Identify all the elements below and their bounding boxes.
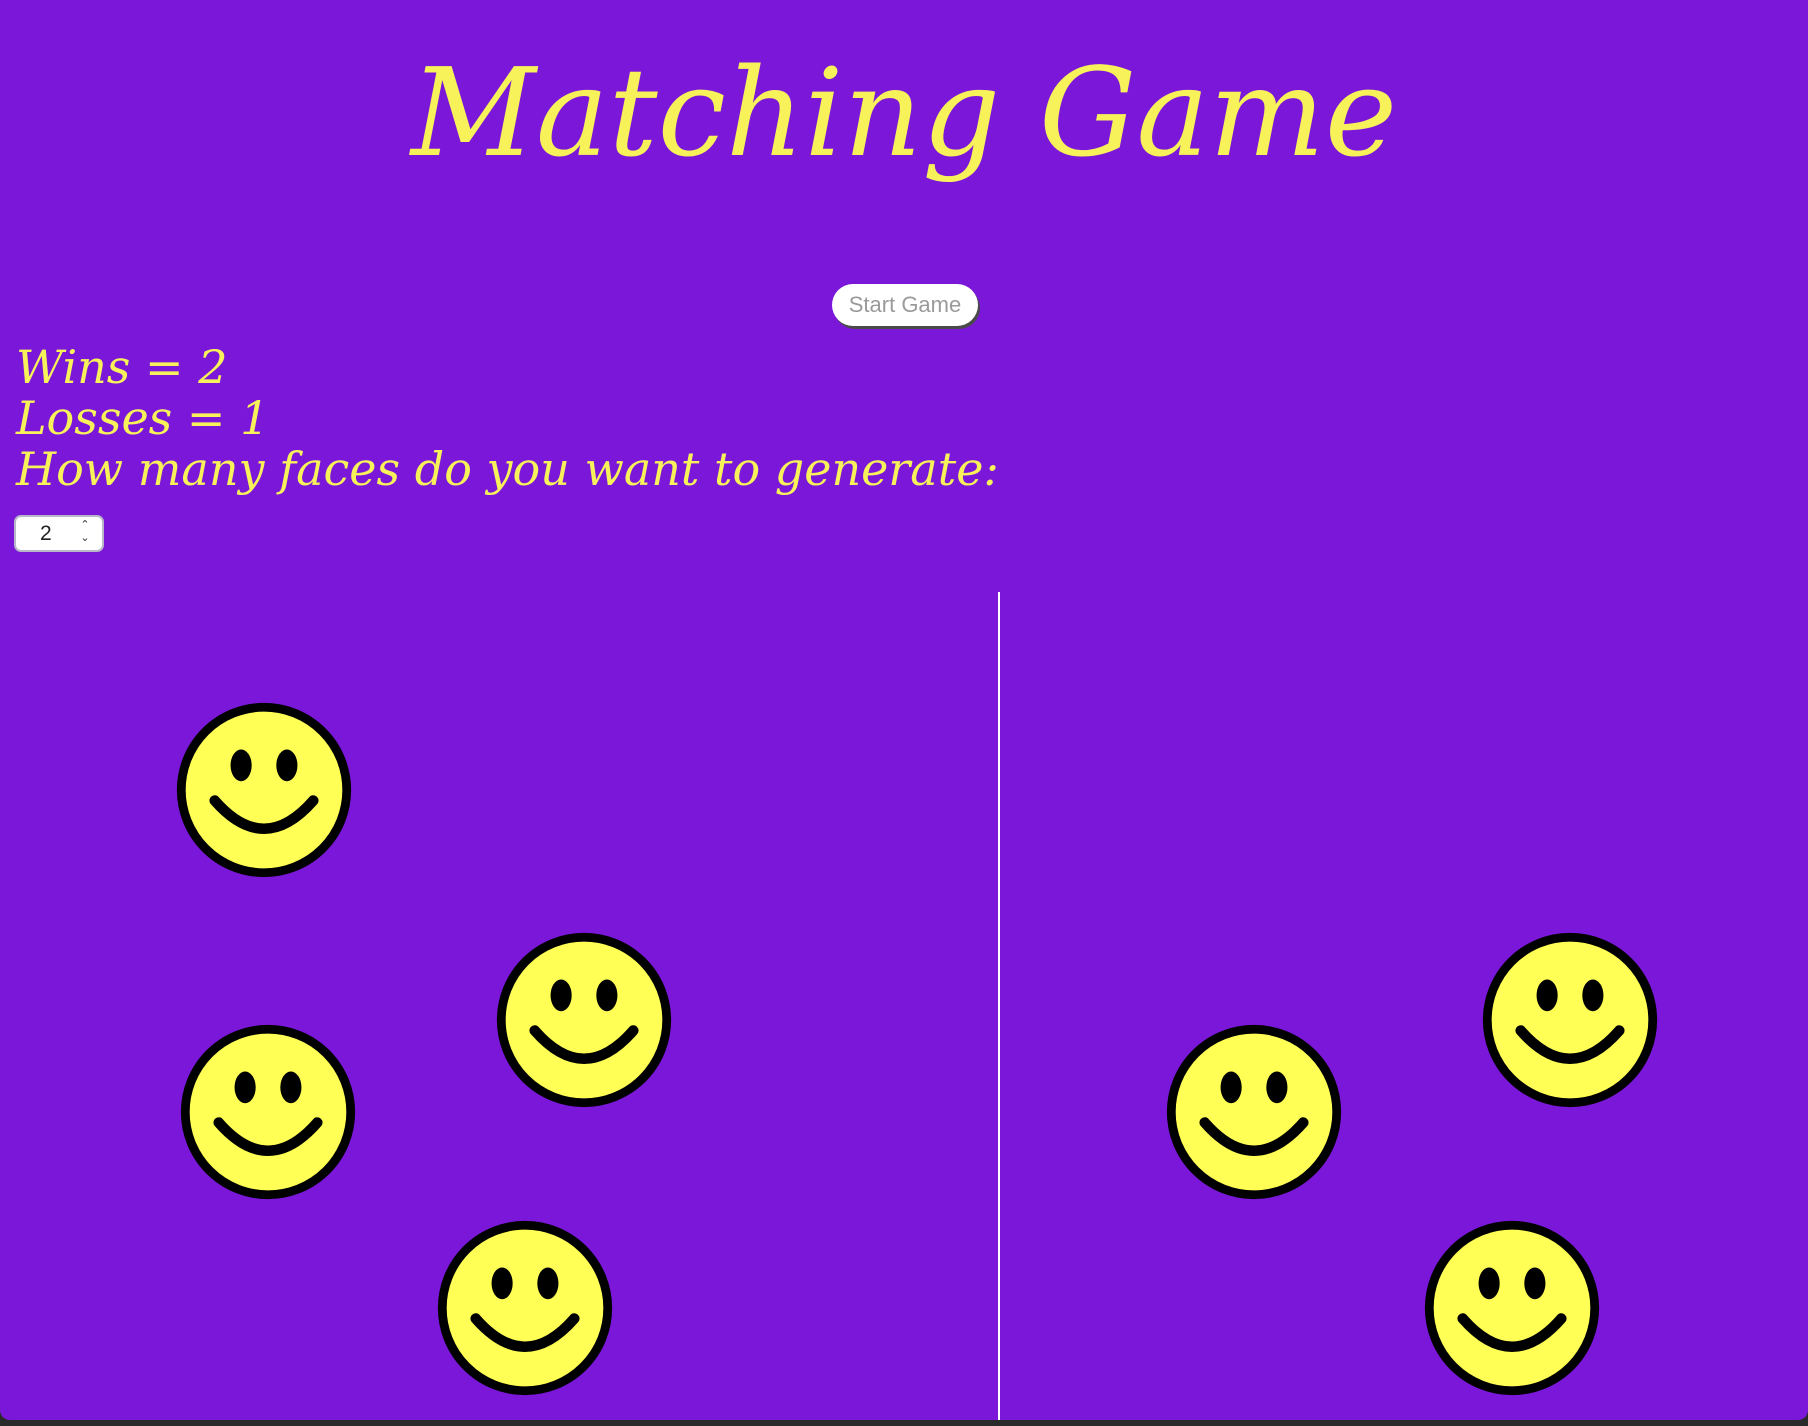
- smiley-face-icon: [180, 1024, 356, 1200]
- losses-counter: Losses = 1: [16, 391, 270, 445]
- chevron-down-icon[interactable]: ⌄: [78, 532, 92, 545]
- smiley-face-icon: [1166, 1024, 1342, 1200]
- stats-panel: Wins = 2 Losses = 1 How many faces do yo…: [16, 342, 999, 495]
- face-count-input[interactable]: 2 ⌃ ⌄: [14, 515, 104, 552]
- smiley-face-icon: [437, 1220, 613, 1396]
- face-count-value: 2: [40, 522, 52, 545]
- smiley-face-icon: [1424, 1220, 1600, 1396]
- smiley-face-icon: [1482, 932, 1658, 1108]
- page-title: Matching Game: [410, 42, 1398, 184]
- smiley-face-icon: [496, 932, 672, 1108]
- wins-counter: Wins = 2: [16, 340, 228, 394]
- smiley-face-icon: [176, 702, 352, 878]
- board-divider: [998, 592, 1000, 1420]
- game-page: Matching Game Start Game Wins = 2 Losses…: [0, 0, 1808, 1420]
- start-game-button[interactable]: Start Game: [832, 284, 978, 326]
- face-count-stepper[interactable]: ⌃ ⌄: [78, 519, 92, 547]
- chevron-up-icon[interactable]: ⌃: [78, 519, 92, 532]
- face-count-prompt: How many faces do you want to generate:: [16, 442, 999, 496]
